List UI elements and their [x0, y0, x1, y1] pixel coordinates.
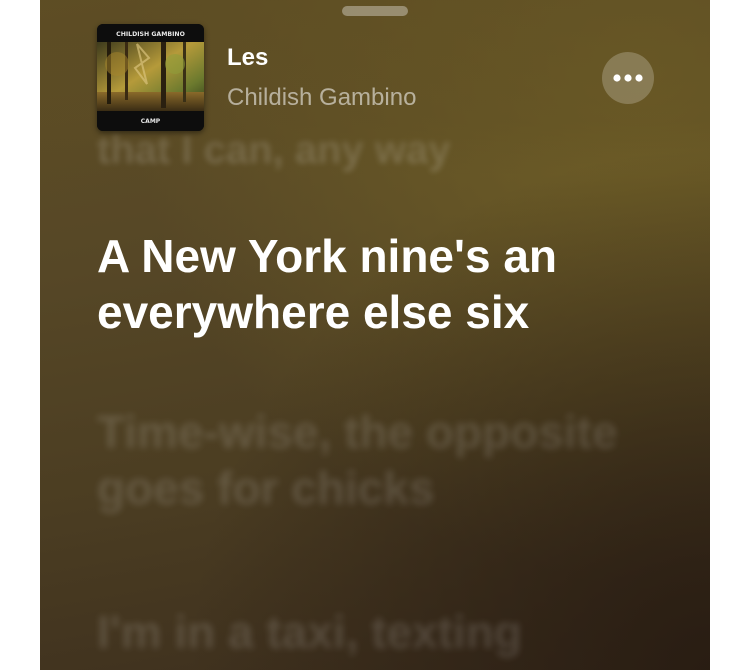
- album-artwork[interactable]: CHILDISH GAMBINO CAMP: [97, 24, 204, 131]
- song-title[interactable]: Les: [227, 44, 268, 72]
- sheet-grabber-handle[interactable]: [342, 6, 408, 16]
- album-art-image: CHILDISH GAMBINO CAMP: [97, 24, 204, 131]
- ellipsis-icon: [613, 74, 643, 82]
- lyric-line-current[interactable]: A New York nine's an everywhere else six: [97, 228, 657, 340]
- lyrics-screen: that I can, any way CHILDISH GAMBINO CAM…: [40, 0, 710, 670]
- lyric-line-after[interactable]: I'm in a taxi, texting: [97, 604, 657, 660]
- song-artist[interactable]: Childish Gambino: [227, 84, 416, 112]
- more-options-button[interactable]: [602, 52, 654, 104]
- lyric-line-next[interactable]: Time-wise, the opposite goes for chicks: [97, 404, 657, 516]
- album-art-title-text: CAMP: [141, 118, 161, 125]
- album-art-artist-text: CHILDISH GAMBINO: [116, 31, 185, 38]
